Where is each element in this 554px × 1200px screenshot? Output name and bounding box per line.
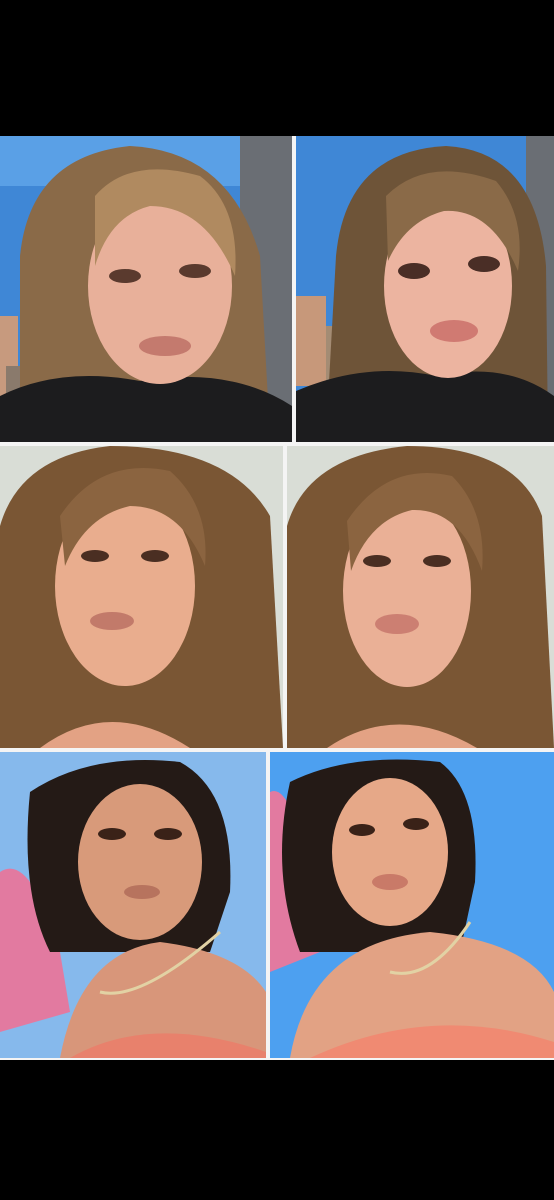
photo-collage[interactable] bbox=[0, 136, 554, 1060]
portrait-image bbox=[0, 446, 283, 748]
portrait-image bbox=[296, 136, 554, 442]
photo-sky-selfie-original[interactable] bbox=[0, 752, 266, 1058]
image-viewer bbox=[0, 0, 554, 1200]
photo-curtain-selfie-original[interactable] bbox=[0, 446, 283, 748]
photo-city-selfie-original[interactable] bbox=[0, 136, 292, 442]
portrait-image bbox=[270, 752, 554, 1058]
portrait-image bbox=[0, 136, 292, 442]
photo-city-selfie-edited[interactable] bbox=[296, 136, 554, 442]
portrait-image bbox=[287, 446, 554, 748]
portrait-image bbox=[0, 752, 266, 1058]
photo-sky-selfie-edited[interactable] bbox=[270, 752, 554, 1058]
photo-curtain-selfie-edited[interactable] bbox=[287, 446, 554, 748]
